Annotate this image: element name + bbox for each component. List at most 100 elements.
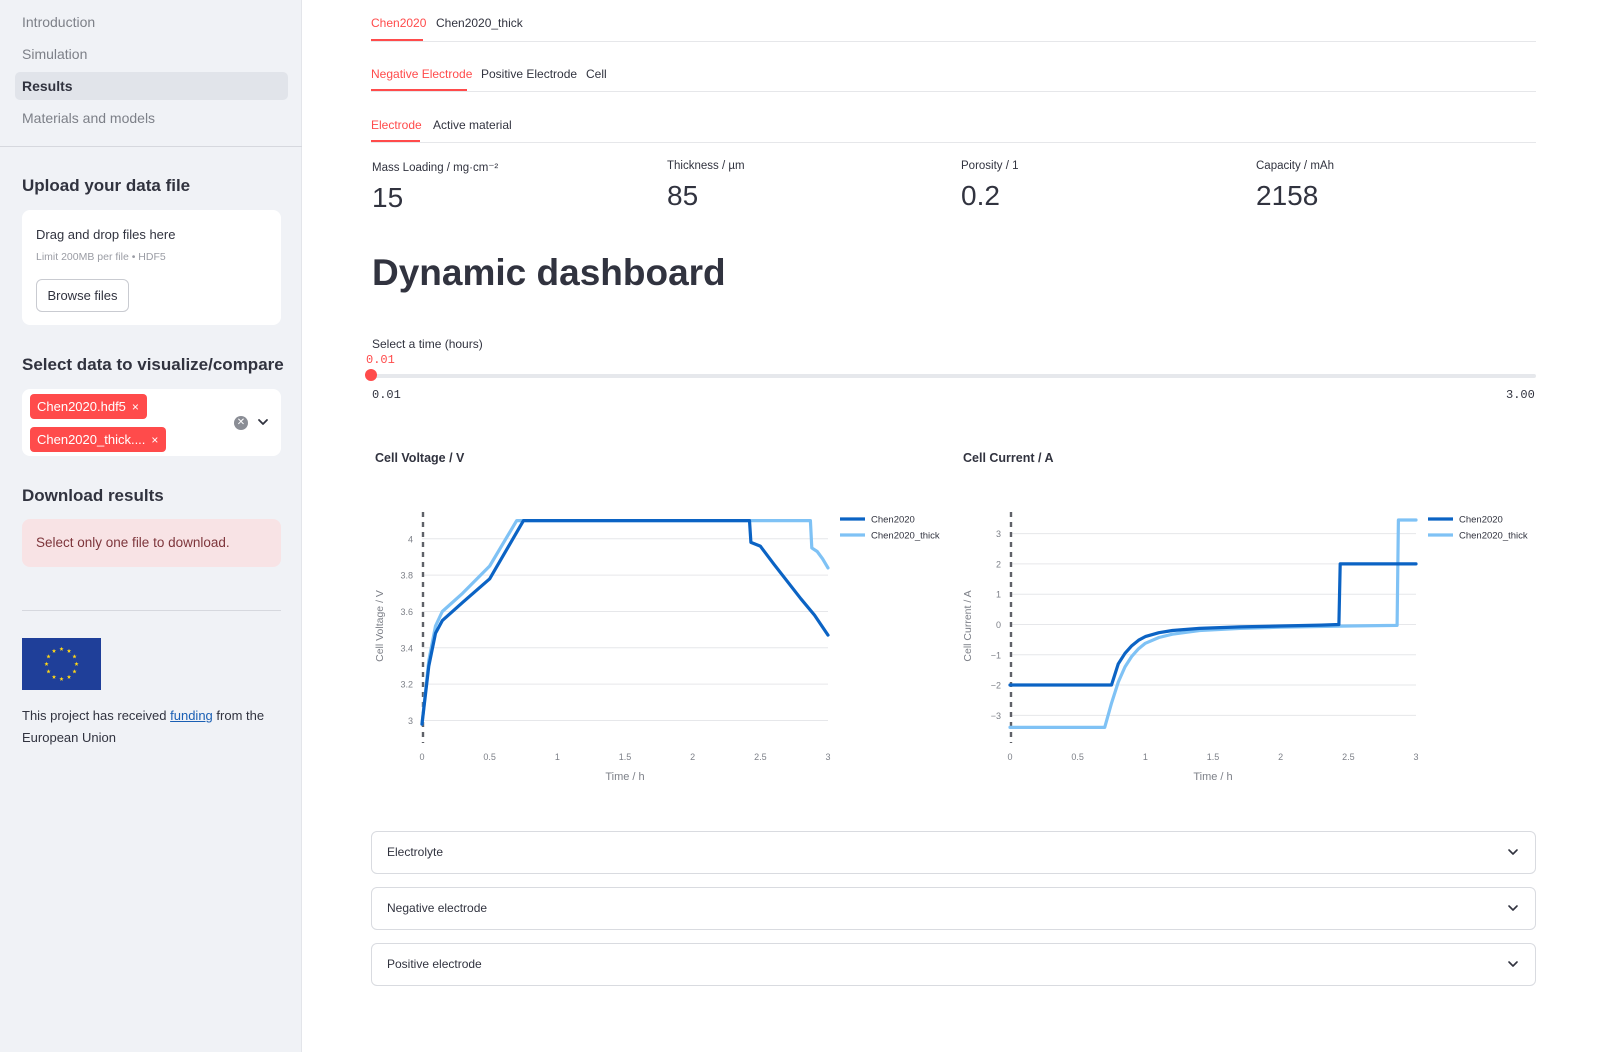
cell-current-chart[interactable]: Cell Current / A −3 −2 −1 0 1 2 3 0 0.5 1 1.5 2 2.5 3 T… [958, 445, 1548, 795]
chip-label: Chen2020_thick.... [37, 432, 146, 447]
y-tick-label: 3.6 [400, 607, 413, 617]
chevron-down-icon [1508, 905, 1518, 911]
x-tick-label: 3 [825, 752, 830, 762]
time-slider-min: 0.01 [372, 388, 401, 402]
file-uploader[interactable]: Drag and drop files here Limit 200MB per… [22, 210, 281, 325]
remove-chip-icon[interactable]: × [132, 400, 139, 414]
expander-label: Electrolyte [387, 845, 444, 859]
chart-title: Cell Current / A [963, 451, 1054, 465]
metric-label: Thickness / µm [667, 160, 745, 172]
y-axis-label: Cell Voltage / V [374, 590, 386, 662]
x-tick-label: 3 [1413, 752, 1418, 762]
dataset-multiselect[interactable]: Chen2020.hdf5 × Chen2020_thick.... × ✕ [22, 389, 281, 456]
sub-tabs: Electrode Active material [371, 110, 1536, 143]
time-slider-value: 0.01 [366, 353, 395, 367]
funding-text: This project has received [22, 708, 171, 723]
sidebar-divider [22, 610, 281, 611]
download-heading: Download results [22, 486, 164, 505]
legend-label: Chen2020_thick [1459, 531, 1528, 542]
clear-all-icon[interactable]: ✕ [234, 416, 248, 430]
nav-item-introduction[interactable]: Introduction [15, 8, 288, 36]
x-tick-label: 1 [1143, 752, 1148, 762]
remove-chip-icon[interactable]: × [151, 433, 158, 447]
y-tick-label: 3.2 [400, 680, 413, 690]
y-tick-label: 3 [408, 716, 413, 726]
component-tabs: Negative Electrode Positive Electrode Ce… [371, 60, 1536, 92]
nav-item-simulation[interactable]: Simulation [15, 40, 288, 68]
time-slider-max: 3.00 [1506, 388, 1535, 402]
x-tick-label: 0 [419, 752, 424, 762]
funding-note: This project has received funding from t… [22, 705, 287, 749]
active-tab-indicator [371, 39, 423, 41]
download-warning: Select only one file to download. [22, 519, 281, 567]
nav-item-results[interactable]: Results [15, 72, 288, 100]
chevron-down-icon [1508, 961, 1518, 967]
y-axis-label: Cell Current / A [962, 590, 974, 661]
tab-negative-electrode[interactable]: Negative Electrode [371, 67, 472, 81]
sidebar-nav: Introduction Simulation Results Material… [15, 8, 288, 136]
expander-label: Negative electrode [387, 901, 488, 915]
x-tick-label: 2.5 [754, 752, 767, 762]
active-tab-indicator [371, 89, 467, 91]
x-tick-label: 2 [690, 752, 695, 762]
sidebar-divider [0, 146, 302, 147]
legend-label: Chen2020 [871, 515, 915, 526]
tab-chen2020-thick[interactable]: Chen2020_thick [436, 16, 523, 30]
metric-value: 15 [372, 182, 404, 213]
legend-label: Chen2020_thick [871, 531, 940, 542]
funding-link[interactable]: funding [170, 708, 213, 723]
tab-active-material[interactable]: Active material [433, 118, 512, 132]
browse-files-button[interactable]: Browse files [36, 279, 129, 312]
chart-title: Cell Voltage / V [375, 451, 465, 465]
dataset-tabs: Chen2020 Chen2020_thick [371, 10, 1536, 42]
legend-label: Chen2020 [1459, 515, 1503, 526]
metric-label: Capacity / mAh [1256, 160, 1334, 172]
y-tick-label: −1 [991, 650, 1001, 660]
chevron-down-icon[interactable] [256, 413, 270, 431]
time-slider-label: Select a time (hours) [372, 337, 483, 351]
y-tick-label: −3 [991, 711, 1001, 721]
y-tick-label: 3 [996, 529, 1001, 539]
chevron-down-icon [1508, 849, 1518, 855]
tab-cell[interactable]: Cell [586, 67, 607, 81]
sidebar: Introduction Simulation Results Material… [0, 0, 302, 1052]
nav-item-materials-and-models[interactable]: Materials and models [15, 104, 288, 132]
x-tick-label: 0 [1007, 752, 1012, 762]
expander-label: Positive electrode [387, 957, 482, 971]
selected-chip-chen2020-thick: Chen2020_thick.... × [30, 427, 167, 452]
tab-positive-electrode[interactable]: Positive Electrode [481, 67, 577, 81]
y-tick-label: 2 [996, 559, 1001, 569]
upload-heading: Upload your data file [22, 176, 191, 195]
tab-chen2020[interactable]: Chen2020 [371, 16, 426, 30]
x-tick-label: 0.5 [483, 752, 496, 762]
x-tick-label: 1.5 [1207, 752, 1220, 762]
x-axis-label: Time / h [605, 771, 644, 783]
x-tick-label: 2 [1278, 752, 1283, 762]
time-slider-handle[interactable] [365, 369, 377, 381]
page-title: Dynamic dashboard [372, 252, 726, 293]
metric-label: Mass Loading / mg·cm⁻² [372, 162, 499, 174]
x-tick-label: 1.5 [619, 752, 632, 762]
y-tick-label: −2 [991, 681, 1001, 691]
expander-negative-electrode[interactable]: Negative electrode [371, 887, 1536, 930]
metric-value: 85 [667, 180, 699, 211]
x-tick-label: 2.5 [1342, 752, 1355, 762]
tab-electrode[interactable]: Electrode [371, 118, 422, 132]
selected-chip-chen2020: Chen2020.hdf5 × [30, 394, 147, 419]
metric-value: 2158 [1256, 180, 1319, 211]
metric-capacity: Capacity / mAh 2158 [1256, 160, 1334, 212]
y-tick-label: 3.8 [400, 571, 413, 581]
upload-limit-text: Limit 200MB per file • HDF5 [36, 251, 166, 263]
expander-positive-electrode[interactable]: Positive electrode [371, 943, 1536, 986]
y-tick-label: 4 [408, 534, 413, 544]
time-slider-track[interactable] [371, 374, 1536, 378]
eu-flag-logo [22, 638, 101, 690]
expander-electrolyte[interactable]: Electrolyte [371, 831, 1536, 874]
drop-zone-text: Drag and drop files here [36, 227, 176, 242]
active-tab-indicator [371, 140, 420, 142]
metric-mass-loading: Mass Loading / mg·cm⁻² 15 [372, 160, 498, 214]
cell-voltage-chart[interactable]: Cell Voltage / V 3 3.2 3.4 3.6 3.8 4 0 0.5 1 1.5 2 2… [370, 445, 960, 795]
series-line-chen2020-thick [1008, 518, 1418, 729]
series-line-chen2020-thick [420, 519, 830, 726]
y-tick-label: 3.4 [400, 643, 413, 653]
